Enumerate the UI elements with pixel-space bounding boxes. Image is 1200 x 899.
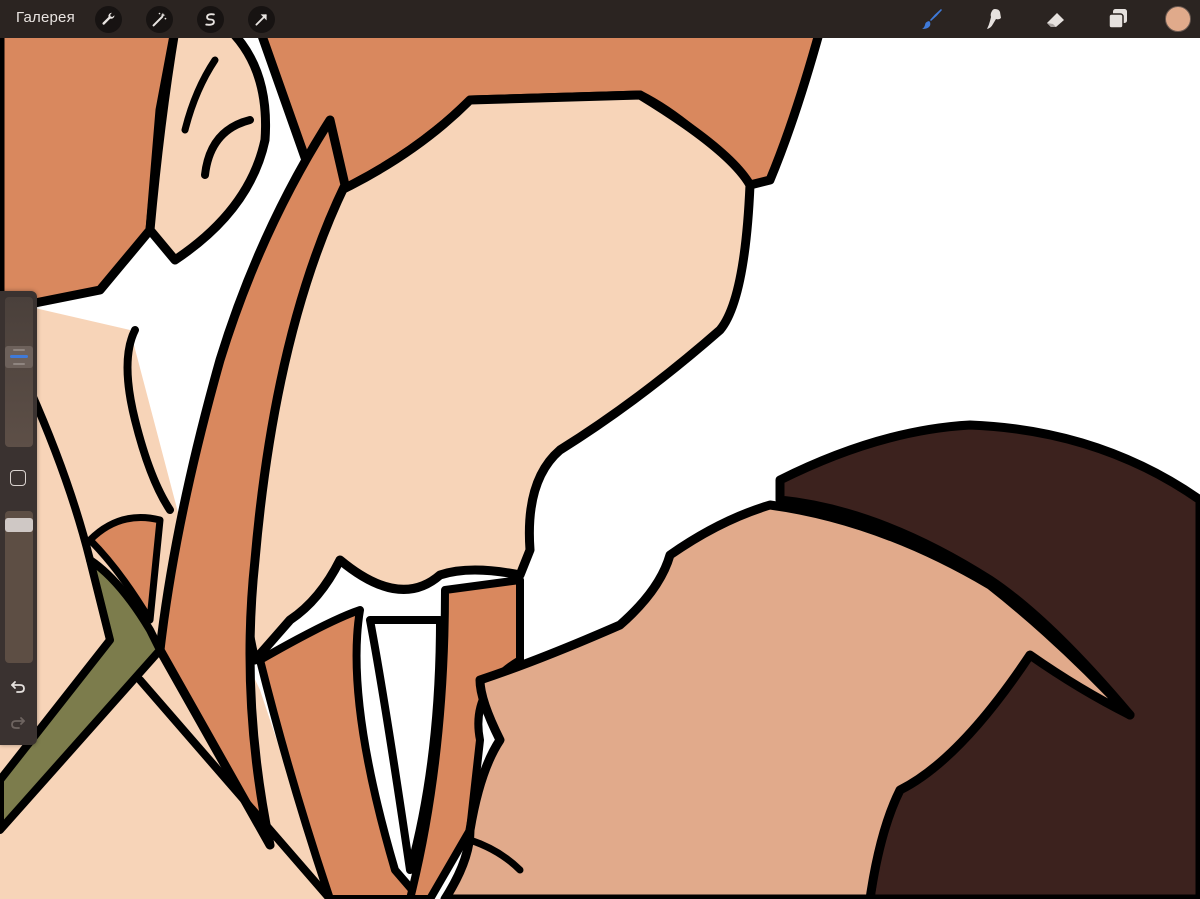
smudge-icon[interactable] bbox=[980, 5, 1008, 33]
thumb-indicator bbox=[10, 355, 28, 358]
undo-arrow-icon[interactable] bbox=[8, 676, 28, 696]
brush-size-thumb[interactable] bbox=[5, 346, 33, 368]
color-picker-swatch[interactable] bbox=[1165, 6, 1191, 32]
redo-arrow-icon[interactable] bbox=[8, 712, 28, 732]
drawing-canvas[interactable] bbox=[0, 0, 1200, 899]
selection-s-icon[interactable] bbox=[197, 6, 224, 33]
top-toolbar: Галерея bbox=[0, 0, 1200, 38]
actions-wrench-icon[interactable] bbox=[95, 6, 122, 33]
artwork bbox=[0, 0, 1200, 899]
layers-icon[interactable] bbox=[1104, 5, 1132, 33]
adjustments-magic-wand-icon[interactable] bbox=[146, 6, 173, 33]
brush-icon[interactable] bbox=[918, 5, 946, 33]
left-sidebar bbox=[0, 291, 37, 745]
brush-size-slider[interactable] bbox=[5, 297, 33, 447]
thumb-grip-top bbox=[13, 349, 25, 351]
gallery-button[interactable]: Галерея bbox=[16, 9, 75, 26]
eraser-icon[interactable] bbox=[1042, 5, 1070, 33]
thumb-grip-bottom bbox=[13, 363, 25, 365]
transform-arrow-icon[interactable] bbox=[248, 6, 275, 33]
opacity-slider[interactable] bbox=[5, 511, 33, 663]
modify-square-button[interactable] bbox=[10, 470, 26, 486]
opacity-thumb[interactable] bbox=[5, 518, 33, 532]
